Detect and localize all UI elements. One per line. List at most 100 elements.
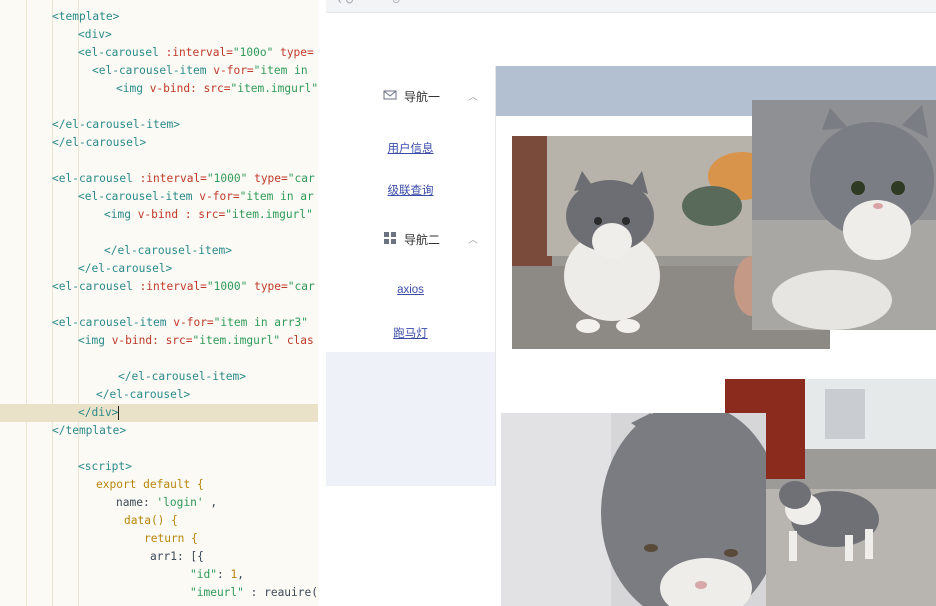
code-token: <img	[116, 82, 150, 95]
code-token: <template>	[52, 10, 120, 23]
code-line[interactable]: <img v-bind: src="item.imgurl" clas	[0, 332, 318, 350]
code-line[interactable]: </el-carousel-item>	[0, 116, 318, 134]
code-token: </template>	[52, 424, 127, 437]
menu-item-marquee[interactable]: 跑马灯	[326, 325, 495, 341]
code-token: "item in ar	[239, 190, 314, 203]
code-line[interactable]: <script>	[0, 458, 318, 476]
code-token: <script>	[78, 460, 132, 473]
code-line[interactable]: export default {	[0, 476, 318, 494]
code-token: </el-carousel-item>	[104, 244, 232, 257]
code-token: "1000"	[206, 280, 248, 293]
code-line[interactable]: <el-carousel :interval="1000" type="car	[0, 278, 318, 296]
code-line[interactable]: </el-carousel>	[0, 386, 318, 404]
sidebar-empty-area	[326, 352, 495, 486]
code-token: <img	[104, 208, 138, 221]
menu-item-cascade-query[interactable]: 级联查询	[326, 182, 495, 198]
code-token: v-for=	[173, 316, 214, 329]
code-line[interactable]	[0, 98, 318, 116]
code-token: <el-carousel-item	[78, 190, 200, 203]
code-line[interactable]: </div>	[0, 404, 318, 422]
menu-item-axios[interactable]: axios	[326, 284, 495, 296]
code-token: :interval=	[139, 280, 207, 293]
browser-toolbar: ‹ ↻ ⊙	[326, 0, 936, 13]
pane-divider	[318, 0, 326, 606]
code-token: </el-carousel>	[96, 388, 191, 401]
code-token: :interval=	[139, 172, 207, 185]
code-line[interactable]: </template>	[0, 422, 318, 440]
code-line[interactable]: <el-carousel-item v-for="item in ar	[0, 188, 318, 206]
address-bar[interactable]: ⊙	[392, 0, 400, 6]
text-cursor	[118, 406, 120, 420]
code-token: type=	[273, 46, 314, 59]
code-line[interactable]: </el-carousel-item>	[0, 368, 318, 386]
carousel-image[interactable]	[501, 413, 766, 606]
code-token: </div>	[78, 406, 119, 419]
menu-group-label: 导航一	[404, 90, 441, 104]
code-token: "item.imgurl"	[225, 208, 313, 221]
menu-group-nav2[interactable]: 导航二 ︿	[326, 219, 495, 259]
code-token: ,	[203, 496, 218, 509]
code-token: "item.imgurl"	[230, 82, 318, 95]
code-line[interactable]: </el-carousel>	[0, 134, 318, 152]
code-line[interactable]	[0, 440, 318, 458]
code-token: "item in arr3"	[213, 316, 308, 329]
grid-icon	[384, 232, 396, 244]
code-line[interactable]	[0, 296, 318, 314]
code-line[interactable]: data() {	[0, 512, 318, 530]
code-token: 'login'	[156, 496, 204, 509]
code-token: <el-carousel-item	[92, 64, 214, 77]
code-token: "car	[287, 172, 315, 185]
code-line[interactable]: "imeurl" : reauire(	[0, 584, 318, 602]
code-token: "100o"	[232, 46, 274, 59]
code-token: v-bind : src=	[137, 208, 226, 221]
code-line[interactable]: <el-carousel-item v-for="item in arr3"	[0, 314, 318, 332]
code-line[interactable]: </el-carousel-item>	[0, 242, 318, 260]
code-token: v-for=	[199, 190, 240, 203]
code-token: "id"	[190, 568, 217, 581]
code-token: v-for=	[213, 64, 254, 77]
code-token: return {	[144, 532, 198, 545]
code-token: <el-carousel	[78, 46, 166, 59]
code-line[interactable]: "id": 1,	[0, 566, 318, 584]
code-line[interactable]: arr1: [{	[0, 548, 318, 566]
browser-controls-icon[interactable]: ‹ ↻	[338, 0, 354, 7]
code-line[interactable]: </el-carousel>	[0, 260, 318, 278]
code-line[interactable]: <img v-bind: src="item.imgurl"	[0, 80, 318, 98]
code-token: type=	[247, 280, 288, 293]
code-line[interactable]: <div>	[0, 26, 318, 44]
code-line[interactable]: name: 'login' ,	[0, 494, 318, 512]
chevron-up-icon: ︿	[468, 235, 478, 246]
code-token: <img	[78, 334, 112, 347]
code-token: data() {	[124, 514, 178, 527]
menu-group-label: 导航二	[404, 233, 441, 247]
menu-group-nav1[interactable]: 导航一 ︿	[326, 76, 495, 116]
code-line[interactable]	[0, 350, 318, 368]
code-token: ,	[237, 568, 244, 581]
code-line[interactable]: <img v-bind : src="item.imgurl"	[0, 206, 318, 224]
code-line[interactable]: return {	[0, 530, 318, 548]
code-token: : reauire(	[243, 586, 318, 599]
code-token: "item.imgurl"	[192, 334, 281, 347]
mail-icon	[383, 90, 397, 100]
menu-item-user-info[interactable]: 用户信息	[326, 140, 495, 156]
code-line[interactable]: <el-carousel-item v-for="item in	[0, 62, 318, 80]
code-token: <el-carousel-item	[52, 316, 174, 329]
code-token: </el-carousel>	[52, 136, 147, 149]
code-line[interactable]: <el-carousel :interval="1000" type="car	[0, 170, 318, 188]
chevron-up-icon: ︿	[468, 92, 478, 103]
code-token: "item in	[253, 64, 308, 77]
code-token: v-bind: src=	[111, 334, 193, 347]
code-line[interactable]	[0, 152, 318, 170]
code-line[interactable]	[0, 224, 318, 242]
code-token: <el-carousel	[52, 280, 140, 293]
code-token: :	[216, 568, 231, 581]
code-token: </el-carousel-item>	[52, 118, 180, 131]
carousel-image[interactable]	[752, 100, 936, 330]
code-line[interactable]: <el-carousel :interval="100o" type=	[0, 44, 318, 62]
code-token: </el-carousel-item>	[118, 370, 246, 383]
code-editor[interactable]: <template> <div> <el-carousel :interval="1…	[0, 0, 318, 606]
code-line[interactable]: <template>	[0, 8, 318, 26]
code-token: name:	[116, 496, 157, 509]
code-token: <el-carousel	[52, 172, 140, 185]
code-token: </el-carousel>	[78, 262, 173, 275]
